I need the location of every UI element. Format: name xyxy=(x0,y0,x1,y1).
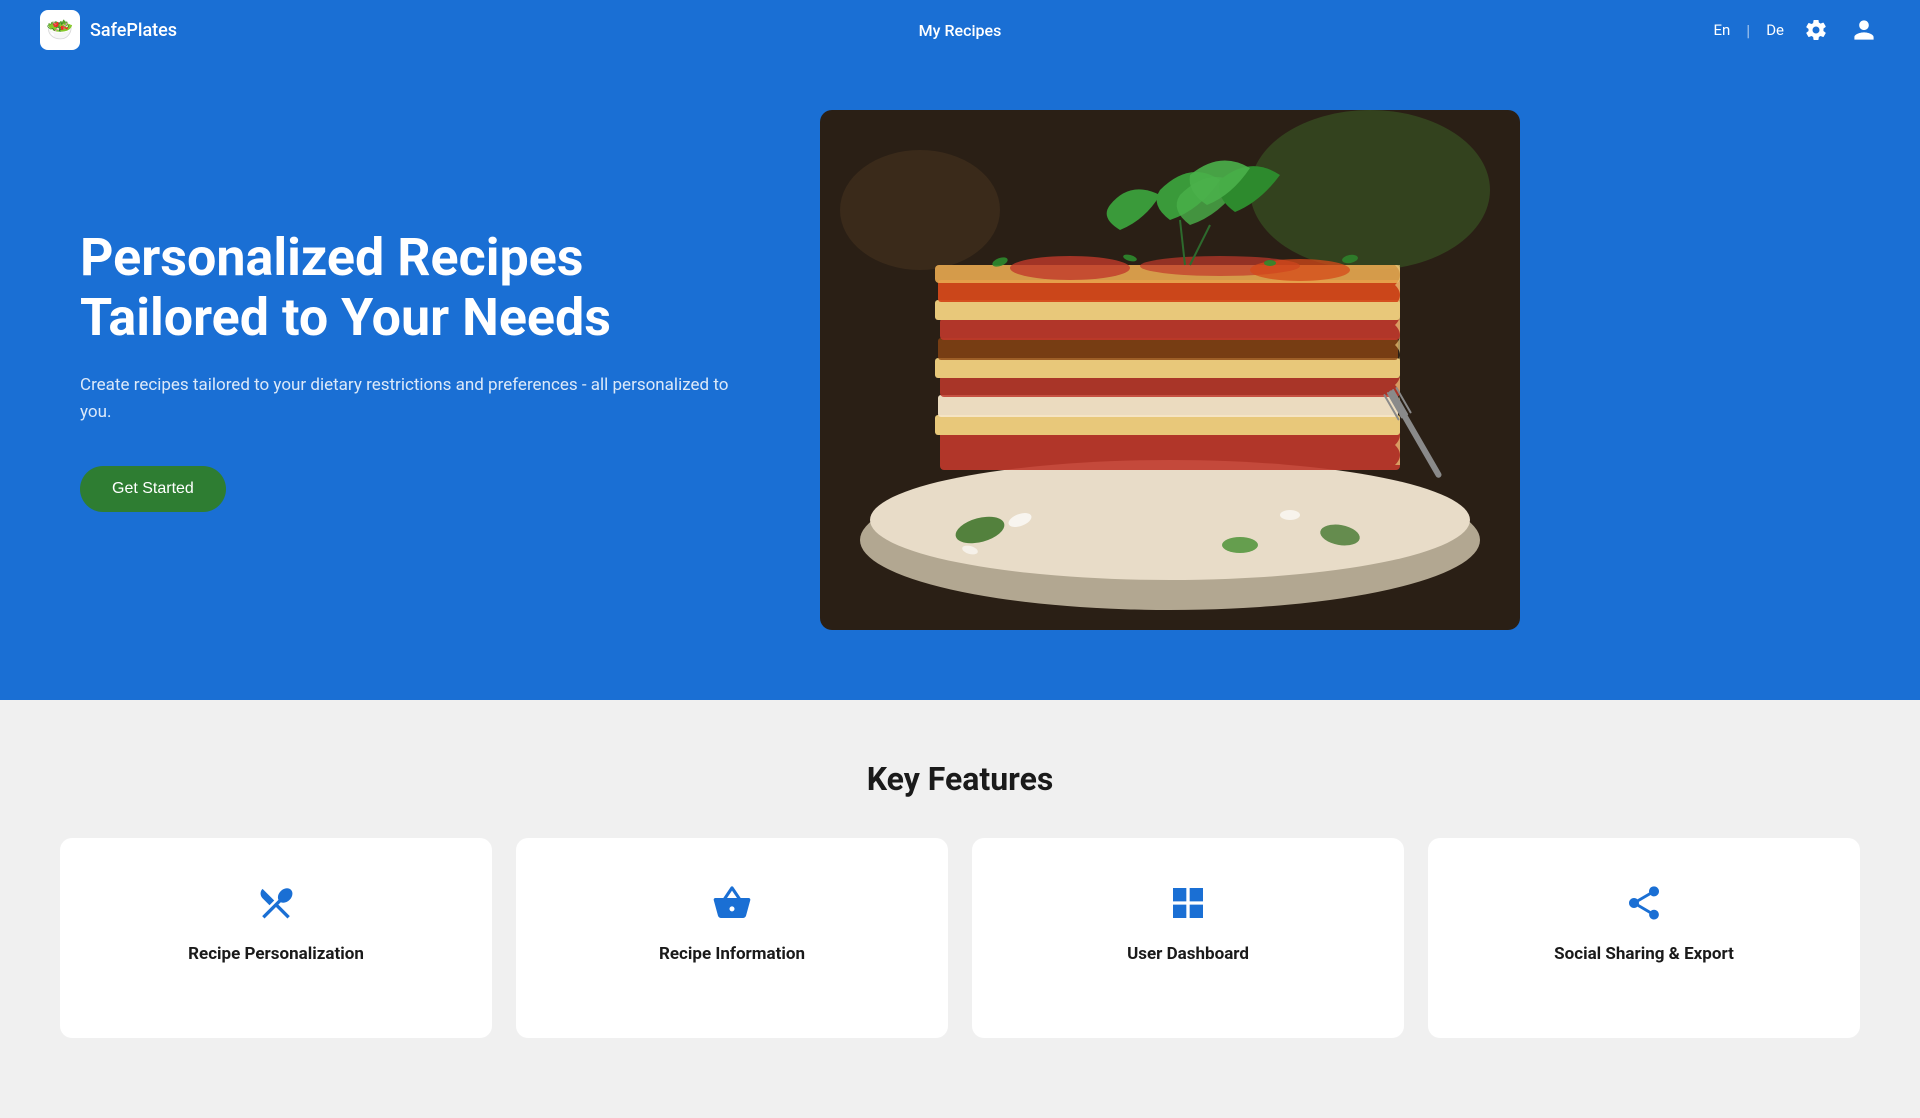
lang-en-button[interactable]: En xyxy=(1713,21,1730,39)
features-grid: Recipe Personalization Recipe Informatio… xyxy=(60,838,1860,1038)
feature-label-social-sharing: Social Sharing & Export xyxy=(1554,944,1734,964)
feature-card-recipe-personalization: Recipe Personalization xyxy=(60,838,492,1038)
user-account-icon[interactable] xyxy=(1848,14,1880,46)
feature-label-dashboard: User Dashboard xyxy=(1127,944,1249,964)
feature-card-recipe-information: Recipe Information xyxy=(516,838,948,1038)
logo-text: SafePlates xyxy=(90,20,177,41)
hero-subtitle: Create recipes tailored to your dietary … xyxy=(80,372,760,426)
hero-title: Personalized Recipes Tailored to Your Ne… xyxy=(80,228,760,348)
feature-card-user-dashboard: User Dashboard xyxy=(972,838,1404,1038)
header-nav: My Recipes xyxy=(919,21,1002,40)
feature-label-information: Recipe Information xyxy=(659,944,805,964)
get-started-button[interactable]: Get Started xyxy=(80,466,226,512)
utensils-icon xyxy=(256,878,296,928)
header: 🥗 SafePlates My Recipes En | De xyxy=(0,0,1920,60)
logo[interactable]: 🥗 SafePlates xyxy=(40,10,177,50)
lang-separator: | xyxy=(1746,21,1750,40)
hero-image xyxy=(820,110,1520,630)
features-section: Key Features Recipe Personalization Reci… xyxy=(0,700,1920,1118)
basket-icon xyxy=(712,878,752,928)
feature-card-social-sharing: Social Sharing & Export xyxy=(1428,838,1860,1038)
feature-label-personalization: Recipe Personalization xyxy=(188,944,364,964)
header-right: En | De xyxy=(1713,14,1880,46)
my-recipes-link[interactable]: My Recipes xyxy=(919,21,1002,40)
lang-de-button[interactable]: De xyxy=(1766,21,1784,39)
logo-icon: 🥗 xyxy=(40,10,80,50)
settings-icon[interactable] xyxy=(1800,14,1832,46)
hero-content: Personalized Recipes Tailored to Your Ne… xyxy=(80,228,760,512)
share-icon xyxy=(1624,878,1664,928)
dashboard-icon xyxy=(1168,878,1208,928)
features-title: Key Features xyxy=(60,760,1860,798)
hero-section: Personalized Recipes Tailored to Your Ne… xyxy=(0,60,1920,700)
